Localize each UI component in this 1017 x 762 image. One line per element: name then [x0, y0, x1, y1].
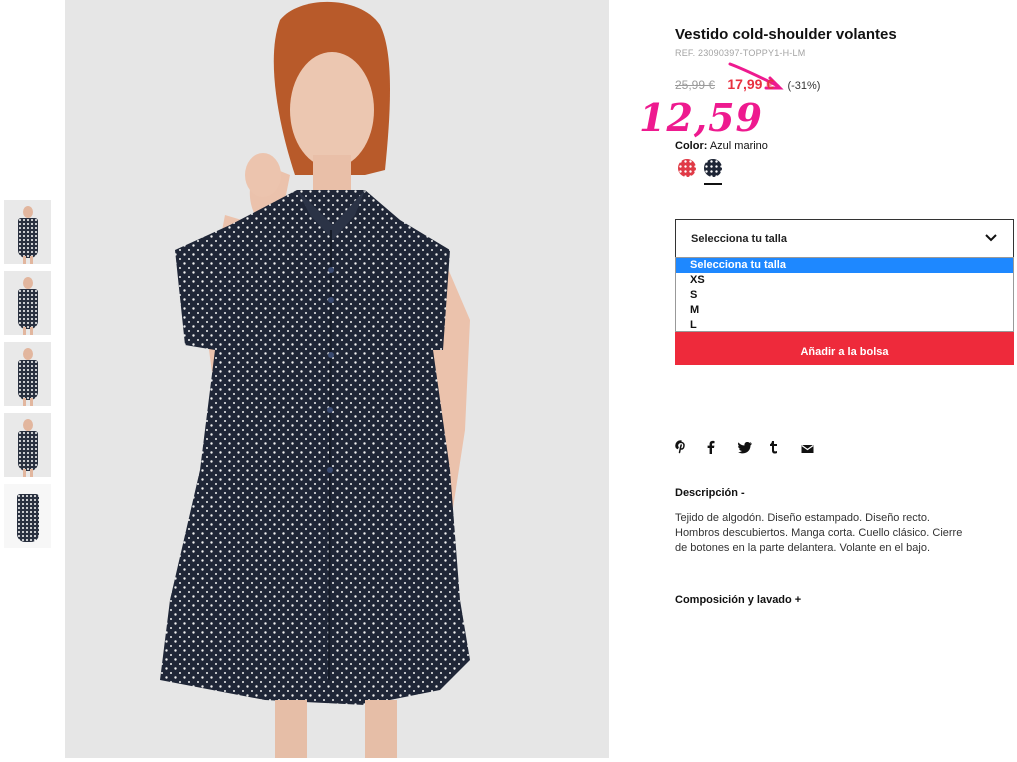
- discount-badge: (-31%): [787, 80, 821, 92]
- tumblr-icon[interactable]: [769, 440, 796, 457]
- size-select[interactable]: Selecciona tu talla: [675, 219, 1014, 258]
- thumbnail-4[interactable]: [4, 413, 51, 477]
- chevron-down-icon: [985, 234, 997, 242]
- price-row: 25,99 € 17,99 € (-31%): [675, 76, 820, 92]
- size-option-m[interactable]: M: [676, 303, 1013, 318]
- size-dropdown-list: Selecciona tu talla XS S M L: [675, 257, 1014, 332]
- color-value: Azul marino: [709, 140, 768, 152]
- product-ref: REF. 23090397-TOPPY1-H-LM: [675, 48, 806, 58]
- handwritten-price-annotation: 12,59: [639, 95, 763, 140]
- thumbnail-2[interactable]: [4, 271, 51, 335]
- thumbnail-1[interactable]: [4, 200, 51, 264]
- product-title: Vestido cold-shoulder volantes: [675, 26, 897, 43]
- description-text: Tejido de algodón. Diseño estampado. Dis…: [675, 512, 963, 554]
- size-option-s[interactable]: S: [676, 288, 1013, 303]
- sale-price: 17,99 €: [727, 76, 775, 92]
- size-option[interactable]: Selecciona tu talla: [676, 258, 1013, 273]
- color-swatch-navy[interactable]: [704, 159, 722, 177]
- product-main-image: [65, 0, 609, 758]
- pinterest-icon[interactable]: [675, 440, 702, 457]
- size-select-label: Selecciona tu talla: [691, 233, 787, 245]
- thumbnail-5[interactable]: [4, 484, 51, 548]
- description-toggle[interactable]: Descripción -: [675, 487, 745, 499]
- size-option-l[interactable]: L: [676, 318, 1013, 333]
- composition-toggle[interactable]: Composición y lavado +: [675, 594, 801, 606]
- thumbnail-list: [4, 200, 51, 555]
- selected-swatch-indicator: [704, 183, 722, 185]
- old-price: 25,99 €: [675, 78, 716, 92]
- color-swatch-red[interactable]: [678, 159, 696, 177]
- facebook-icon[interactable]: [706, 440, 733, 457]
- size-option-xs[interactable]: XS: [676, 273, 1013, 288]
- mail-icon[interactable]: [801, 441, 828, 457]
- thumbnail-3[interactable]: [4, 342, 51, 406]
- share-icons: [675, 440, 828, 459]
- color-label: Color: Azul marino: [675, 140, 768, 152]
- color-label-key: Color:: [675, 140, 708, 152]
- twitter-icon[interactable]: [737, 441, 765, 457]
